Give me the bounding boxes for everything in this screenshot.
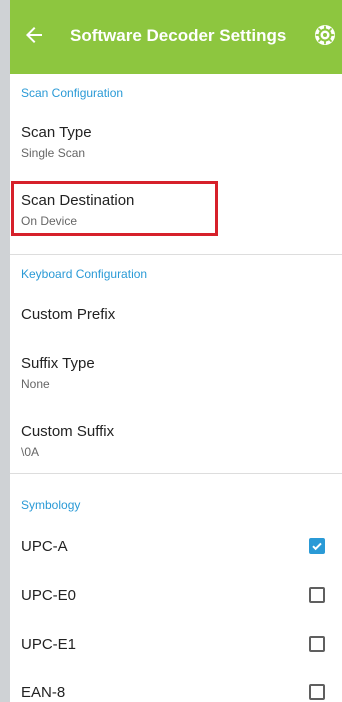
pref-summary: None [21, 377, 50, 391]
pref-upc-e1[interactable]: UPC-E1 [10, 636, 342, 676]
pref-title: UPC-E0 [21, 587, 77, 604]
checkmark-icon [312, 542, 322, 551]
left-edge [0, 0, 10, 702]
pref-summary: \0A [21, 445, 40, 459]
pref-summary: Single Scan [21, 146, 86, 160]
pref-title: Suffix Type [21, 355, 95, 372]
phone-frame: Software Decoder Settings Scan Configura… [0, 0, 342, 702]
pref-custom-suffix[interactable]: Custom Suffix \0A [10, 423, 342, 479]
pref-title: Custom Prefix [21, 306, 116, 323]
checkbox-unchecked[interactable] [309, 684, 325, 700]
section-header-symbology: Symbology [21, 498, 81, 512]
section-divider [10, 473, 342, 474]
pref-ean-8[interactable]: EAN-8 [10, 684, 342, 702]
checkbox-unchecked[interactable] [309, 587, 325, 603]
settings-screen: Software Decoder Settings Scan Configura… [10, 0, 342, 702]
section-divider [10, 254, 342, 255]
pref-suffix-type[interactable]: Suffix Type None [10, 355, 342, 411]
app-toolbar: Software Decoder Settings [10, 0, 342, 74]
checkbox-checked[interactable] [309, 538, 325, 554]
pref-upc-a[interactable]: UPC-A [10, 538, 342, 578]
highlight-box [11, 181, 218, 236]
pref-title: Scan Type [21, 124, 92, 141]
section-header-scan-configuration: Scan Configuration [21, 86, 124, 100]
pref-title: EAN-8 [21, 684, 66, 701]
pref-title: UPC-A [21, 538, 68, 555]
pref-scan-type[interactable]: Scan Type Single Scan [10, 124, 342, 180]
pref-custom-prefix[interactable]: Custom Prefix [10, 306, 342, 346]
checkbox-unchecked[interactable] [309, 636, 325, 652]
arrow-left-icon[interactable] [22, 23, 46, 47]
pref-upc-e0[interactable]: UPC-E0 [10, 587, 342, 627]
settings-cog-icon[interactable] [313, 23, 337, 47]
pref-title: UPC-E1 [21, 636, 77, 653]
toolbar-title: Software Decoder Settings [70, 26, 287, 45]
section-header-keyboard-configuration: Keyboard Configuration [21, 267, 148, 281]
pref-title: Custom Suffix [21, 423, 115, 440]
